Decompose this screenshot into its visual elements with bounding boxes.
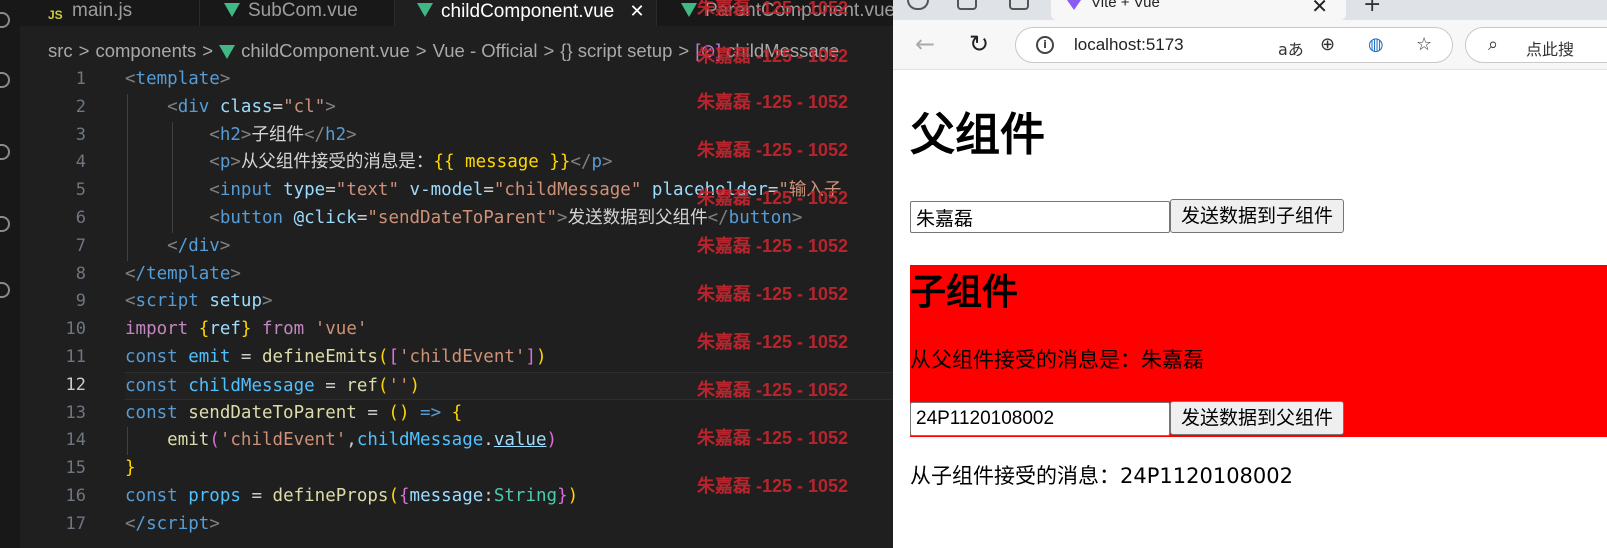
edge-copilot-icon[interactable]: ◍ xyxy=(1368,34,1384,55)
child-component-box: 子组件 从父组件接受的消息是：朱嘉磊 发送数据到父组件 xyxy=(910,265,1607,437)
watermark-text: 朱嘉磊 -125 - 1052 xyxy=(697,284,849,304)
profile-icon[interactable] xyxy=(907,0,929,10)
tab-actions-icon[interactable] xyxy=(1009,0,1029,10)
line-number: 6 xyxy=(75,207,86,228)
code-line[interactable]: </script> xyxy=(125,511,917,539)
child-message-input[interactable] xyxy=(910,402,1170,436)
breadcrumb-item[interactable]: childComponent.vue xyxy=(241,40,410,61)
send-to-child-button[interactable]: 发送数据到子组件 xyxy=(1170,199,1345,233)
line-number: 17 xyxy=(65,513,86,534)
tab-main-js[interactable]: JS main.js xyxy=(20,0,200,26)
close-icon[interactable]: ✕ xyxy=(1311,0,1328,19)
watermark-text: 朱嘉磊 -125 - 1052 xyxy=(697,0,849,18)
web-page: 父组件 发送数据到子组件 子组件 从父组件接受的消息是：朱嘉磊 发送数据到父组件… xyxy=(893,71,1607,548)
search-box[interactable]: ⌕ 点此搜 xyxy=(1465,27,1607,63)
line-number: 14 xyxy=(65,430,86,451)
breadcrumb-item[interactable]: Vue - Official xyxy=(433,40,538,61)
explorer-icon[interactable] xyxy=(0,12,10,28)
tab-label: SubCom.vue xyxy=(248,0,358,21)
parent-title: 父组件 xyxy=(910,108,1046,161)
watermark-text: 朱嘉磊 -125 - 1052 xyxy=(697,428,849,448)
line-number: 8 xyxy=(75,263,86,284)
tab-label: childComponent.vue xyxy=(441,1,615,22)
vue-file-icon xyxy=(224,3,240,17)
chevron-right-icon: > xyxy=(543,40,555,61)
close-tab-icon[interactable]: ✕ xyxy=(630,0,645,22)
js-file-icon: JS xyxy=(48,8,63,22)
line-number: 13 xyxy=(65,402,86,423)
line-number: 4 xyxy=(75,152,86,173)
vue-file-icon xyxy=(681,3,697,17)
line-number: 5 xyxy=(75,180,86,201)
new-tab-plus-icon[interactable]: + xyxy=(1363,0,1381,17)
line-number-gutter: 1 2 3 4 5 6 7 8 9 10 11 12 13 14 15 16 1… xyxy=(20,66,90,539)
browser-toolbar: ← ↻ i localhost:5173 aあ ⊕ ◍ ☆ ⌕ 点此搜 xyxy=(893,20,1607,70)
back-arrow-icon[interactable]: ← xyxy=(915,30,935,58)
chevron-right-icon: > xyxy=(678,40,690,61)
line-number-current: 12 xyxy=(65,374,86,395)
watermark-text: 朱嘉磊 -125 - 1052 xyxy=(697,380,849,400)
watermark-text: 朱嘉磊 -125 - 1052 xyxy=(697,46,849,66)
tab-subcom-vue[interactable]: SubCom.vue xyxy=(200,0,395,26)
breadcrumb-item[interactable]: {} script setup xyxy=(560,40,672,61)
browser-tab-title: Vite + Vue xyxy=(1091,0,1160,11)
watermark-text: 朱嘉磊 -125 - 1052 xyxy=(697,236,849,256)
line-number: 9 xyxy=(75,291,86,312)
zoom-icon[interactable]: ⊕ xyxy=(1320,34,1335,55)
line-number: 1 xyxy=(75,69,86,89)
child-title: 子组件 xyxy=(910,272,1019,313)
line-number: 16 xyxy=(65,485,86,506)
search-icon: ⌕ xyxy=(1488,34,1499,55)
chevron-right-icon: > xyxy=(78,40,90,61)
workspaces-icon[interactable] xyxy=(957,0,977,10)
url-text[interactable]: localhost:5173 xyxy=(1074,35,1184,55)
line-number: 11 xyxy=(65,346,86,367)
child-received-message: 从父组件接受的消息是：朱嘉磊 xyxy=(910,348,1204,372)
refresh-icon[interactable]: ↻ xyxy=(969,30,989,58)
search-icon[interactable] xyxy=(0,72,10,88)
extensions-icon[interactable] xyxy=(0,282,10,298)
favorite-star-icon[interactable]: ☆ xyxy=(1416,34,1432,55)
watermark-text: 朱嘉磊 -125 - 1052 xyxy=(697,92,849,112)
run-debug-icon[interactable] xyxy=(0,216,10,232)
line-number: 15 xyxy=(65,458,86,479)
tab-label: main.js xyxy=(72,0,133,21)
breadcrumb-item[interactable]: src xyxy=(48,40,73,61)
watermark-text: 朱嘉磊 -125 - 1052 xyxy=(697,332,849,352)
activity-bar xyxy=(0,0,20,548)
code-editor: JS main.js SubCom.vue childComponent.vue… xyxy=(0,0,917,548)
send-to-parent-button[interactable]: 发送数据到父组件 xyxy=(1170,401,1345,435)
line-number: 3 xyxy=(75,124,86,145)
vite-favicon-icon xyxy=(1067,0,1081,10)
source-control-icon[interactable] xyxy=(0,144,10,160)
vue-file-icon xyxy=(219,45,236,60)
browser-tab-active[interactable]: Vite + Vue ✕ xyxy=(1051,0,1346,20)
parent-message-input[interactable] xyxy=(910,201,1170,233)
line-number: 7 xyxy=(75,235,86,256)
parent-received-message: 从子组件接受的消息：24P1120108002 xyxy=(910,464,1293,488)
address-bar[interactable]: i localhost:5173 aあ ⊕ ◍ ☆ xyxy=(1015,27,1453,63)
line-number: 2 xyxy=(75,96,86,117)
browser-window: Vite + Vue ✕ + ← ↻ i localhost:5173 aあ ⊕… xyxy=(893,0,1607,548)
chevron-right-icon: > xyxy=(202,40,214,61)
breadcrumb-item[interactable]: components xyxy=(95,40,196,61)
watermark-text: 朱嘉磊 -125 - 1052 xyxy=(697,188,849,208)
read-aloud-icon[interactable]: aあ xyxy=(1278,36,1304,60)
site-info-icon[interactable]: i xyxy=(1036,36,1054,54)
watermark-text: 朱嘉磊 -125 - 1052 xyxy=(697,140,849,160)
browser-tabstrip: Vite + Vue ✕ + xyxy=(893,0,1607,20)
chevron-right-icon: > xyxy=(415,40,427,61)
line-number: 10 xyxy=(65,319,86,340)
vue-file-icon xyxy=(417,3,433,17)
watermark-text: 朱嘉磊 -125 - 1052 xyxy=(697,476,849,496)
search-placeholder: 点此搜 xyxy=(1526,40,1575,59)
tab-childcomponent-vue[interactable]: childComponent.vue ✕ xyxy=(395,0,657,26)
